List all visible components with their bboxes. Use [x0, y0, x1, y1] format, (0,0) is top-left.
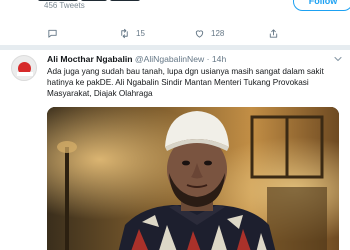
- previous-tweet-actions: 15 128: [0, 25, 350, 41]
- tweet-time[interactable]: 14h: [212, 54, 226, 64]
- like-button[interactable]: 128: [194, 25, 224, 41]
- like-count: 128: [211, 28, 225, 38]
- previous-tweet: 456 Tweets Follow 15 128: [0, 0, 350, 47]
- reply-icon: [48, 29, 57, 38]
- share-button[interactable]: [268, 25, 279, 41]
- retweet-icon: [121, 28, 128, 38]
- chevron-down-icon[interactable]: [332, 53, 344, 65]
- retweet-button[interactable]: 15: [119, 25, 145, 41]
- avatar[interactable]: [11, 55, 37, 81]
- heart-icon: [195, 29, 204, 38]
- author-name[interactable]: Ali Mocthar Ngabalin: [47, 54, 132, 64]
- tweets-count: 456 Tweets: [44, 1, 85, 10]
- separator: ·: [206, 54, 210, 64]
- photo-illustration: [47, 107, 339, 250]
- follow-button[interactable]: Follow: [293, 0, 350, 11]
- reply-button[interactable]: [47, 25, 58, 41]
- retweet-count: 15: [136, 28, 145, 38]
- share-icon: [269, 28, 278, 38]
- tweet-text: Ada juga yang sudah bau tanah, lupa dgn …: [47, 67, 324, 98]
- tweet-photo[interactable]: [47, 107, 339, 250]
- tweet-header: Ali Mocthar Ngabalin @AliNgabalinNew · 1…: [47, 54, 226, 64]
- author-handle[interactable]: @AliNgabalinNew: [135, 54, 204, 64]
- tweet-divider: [0, 45, 350, 50]
